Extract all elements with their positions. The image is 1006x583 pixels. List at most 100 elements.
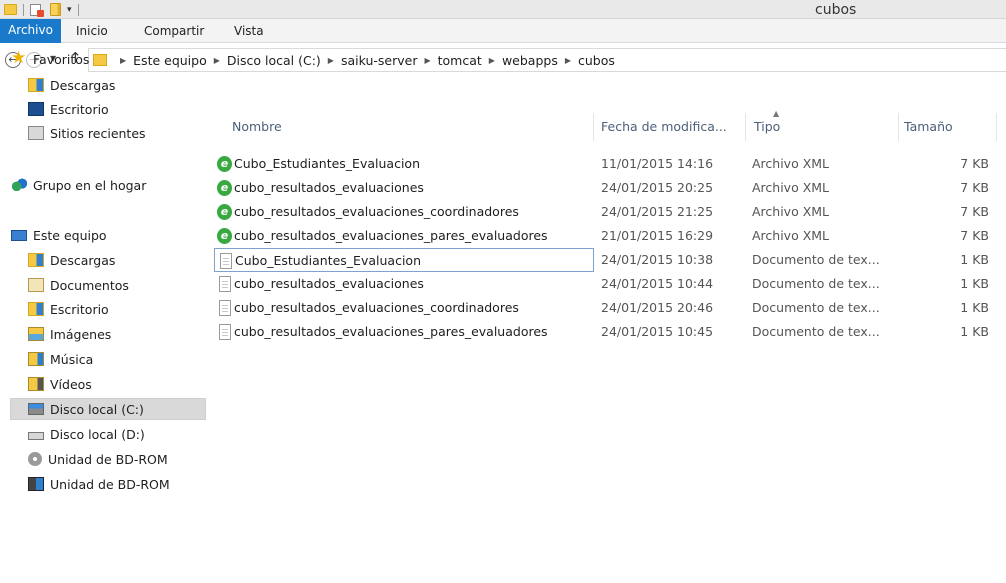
- column-divider[interactable]: [593, 113, 594, 141]
- customize-toolbar-arrow-icon[interactable]: ▾: [67, 5, 72, 15]
- file-name-cell[interactable]: e Cubo_Estudiantes_Evaluacion: [214, 152, 594, 176]
- breadcrumb-item[interactable]: Disco local (C:): [227, 53, 321, 68]
- breadcrumb-item[interactable]: tomcat: [438, 53, 482, 68]
- toolbar-divider: [77, 3, 79, 16]
- tab-inicio[interactable]: Inicio: [76, 19, 108, 43]
- address-bar[interactable]: ▶ Este equipo ▶ Disco local (C:) ▶ saiku-serv…: [88, 48, 1006, 72]
- nav-item-documentos[interactable]: Documentos: [28, 274, 129, 296]
- file-date: 24/01/2015 10:45: [601, 324, 714, 339]
- breadcrumb-item[interactable]: cubos: [578, 53, 615, 68]
- file-type: Archivo XML: [752, 180, 830, 195]
- column-divider[interactable]: [996, 113, 997, 141]
- breadcrumb-chevron-icon[interactable]: ▶: [424, 56, 430, 65]
- file-size: 7 KB: [960, 204, 989, 219]
- column-divider[interactable]: [898, 113, 899, 141]
- folder-icon: [93, 54, 107, 66]
- nav-item-label: Unidad de BD-ROM: [48, 451, 168, 467]
- new-folder-icon[interactable]: [50, 3, 61, 16]
- file-name-cell[interactable]: e cubo_resultados_evaluaciones: [214, 176, 594, 200]
- file-list: Nombre Fecha de modifica... ▲ Tipo Tamañ…: [214, 75, 1006, 583]
- nav-item-label: Vídeos: [50, 376, 92, 392]
- file-name: cubo_resultados_evaluaciones: [234, 276, 424, 291]
- tab-vista[interactable]: Vista: [234, 19, 264, 43]
- file-row[interactable]: cubo_resultados_evaluaciones_pares_evalu…: [214, 320, 1006, 344]
- file-name-cell[interactable]: Cubo_Estudiantes_Evaluacion: [214, 248, 594, 272]
- nav-item-disco-local-c[interactable]: Disco local (C:): [10, 398, 206, 420]
- navigation-bar: ← → ▼ ↑ ▶ Este equipo ▶ Disco local (C:) ▶ sa…: [0, 43, 1006, 75]
- file-row[interactable]: cubo_resultados_evaluaciones 24/01/2015 1…: [214, 272, 1006, 296]
- text-file-icon: [219, 300, 231, 316]
- nav-item-escritorio-pc[interactable]: Escritorio: [28, 298, 109, 320]
- nav-item-imagenes[interactable]: Imágenes: [28, 323, 111, 345]
- breadcrumb-chevron-icon[interactable]: ▶: [328, 56, 334, 65]
- file-name: cubo_resultados_evaluaciones_coordinador…: [234, 300, 519, 315]
- file-type: Archivo XML: [752, 156, 830, 171]
- file-name-cell[interactable]: cubo_resultados_evaluaciones_pares_evalu…: [214, 320, 594, 344]
- nav-item-label: Música: [50, 351, 94, 367]
- nav-item-label: Imágenes: [50, 326, 112, 342]
- nav-item-escritorio[interactable]: Escritorio: [28, 98, 109, 120]
- file-date: 24/01/2015 10:38: [601, 252, 714, 267]
- breadcrumb-item[interactable]: webapps: [502, 53, 558, 68]
- computer-icon: [11, 229, 27, 241]
- nav-item-label: Escritorio: [50, 301, 109, 317]
- breadcrumb-chevron-icon[interactable]: ▶: [120, 56, 126, 65]
- breadcrumb-chevron-icon[interactable]: ▶: [489, 56, 495, 65]
- file-name-cell[interactable]: e cubo_resultados_evaluaciones_coordinado…: [214, 200, 594, 224]
- breadcrumb-chevron-icon[interactable]: ▶: [214, 56, 220, 65]
- tab-compartir[interactable]: Compartir: [144, 19, 204, 43]
- nav-item-label: Disco local (D:): [50, 426, 145, 442]
- nav-item-sitios-recientes[interactable]: Sitios recientes: [28, 122, 146, 144]
- text-file-icon: [219, 324, 231, 340]
- file-type: Documento de tex...: [752, 324, 880, 339]
- file-name: cubo_resultados_evaluaciones_pares_evalu…: [234, 228, 548, 243]
- file-name: cubo_resultados_evaluaciones: [234, 180, 424, 195]
- nav-item-descargas[interactable]: Descargas: [28, 74, 115, 96]
- file-name-cell[interactable]: cubo_resultados_evaluaciones: [214, 272, 594, 296]
- xml-file-icon: e: [217, 228, 232, 244]
- nav-item-disco-local-d[interactable]: Disco local (D:): [28, 423, 145, 445]
- nav-item-unidad-bd-rom[interactable]: Unidad de BD-ROM: [28, 448, 168, 470]
- nav-item-unidad-bd-rom-2[interactable]: Unidad de BD-ROM: [28, 473, 170, 495]
- file-name-cell[interactable]: e cubo_resultados_evaluaciones_pares_eval…: [214, 224, 594, 248]
- file-row[interactable]: Cubo_Estudiantes_Evaluacion 24/01/2015 10…: [214, 248, 1006, 272]
- column-divider[interactable]: [745, 113, 746, 141]
- nav-item-videos[interactable]: Vídeos: [28, 373, 92, 395]
- system-drive-icon: [28, 403, 44, 415]
- file-date: 24/01/2015 20:46: [601, 300, 714, 315]
- column-header-size[interactable]: Tamaño: [904, 113, 953, 141]
- nav-favoritos[interactable]: ★ Favoritos: [11, 48, 89, 70]
- file-date: 24/01/2015 21:25: [601, 204, 714, 219]
- breadcrumb-chevron-icon[interactable]: ▶: [565, 56, 571, 65]
- file-date: 24/01/2015 10:44: [601, 276, 714, 291]
- properties-icon[interactable]: [30, 3, 44, 17]
- nav-item-descargas-pc[interactable]: Descargas: [28, 249, 115, 271]
- breadcrumb-item[interactable]: Este equipo: [133, 53, 207, 68]
- nav-item-musica[interactable]: Música: [28, 348, 93, 370]
- nav-grupo-en-el-hogar[interactable]: Grupo en el hogar: [11, 174, 146, 196]
- file-name: cubo_resultados_evaluaciones_pares_evalu…: [234, 324, 548, 339]
- breadcrumb-item[interactable]: saiku-server: [341, 53, 418, 68]
- file-date: 24/01/2015 20:25: [601, 180, 714, 195]
- file-row[interactable]: e cubo_resultados_evaluaciones_coordinado…: [214, 200, 1006, 224]
- toolbar-divider: [23, 3, 24, 16]
- column-header-type[interactable]: Tipo: [754, 113, 780, 141]
- file-row[interactable]: cubo_resultados_evaluaciones_coordinador…: [214, 296, 1006, 320]
- window-title: cubos: [815, 2, 857, 18]
- folder-icon: [4, 4, 17, 15]
- downloads-folder-icon: [28, 78, 44, 92]
- downloads-folder-icon: [28, 253, 44, 267]
- nav-item-label: Disco local (C:): [50, 401, 144, 417]
- desktop-folder-icon: [28, 302, 44, 316]
- column-header-date[interactable]: Fecha de modifica...: [601, 113, 727, 141]
- file-name-cell[interactable]: cubo_resultados_evaluaciones_coordinador…: [214, 296, 594, 320]
- column-header-name[interactable]: Nombre: [232, 113, 282, 141]
- tab-archivo[interactable]: Archivo: [0, 19, 61, 43]
- file-row[interactable]: e cubo_resultados_evaluaciones 24/01/2015 …: [214, 176, 1006, 200]
- file-row[interactable]: e Cubo_Estudiantes_Evaluacion 11/01/2015 1…: [214, 152, 1006, 176]
- file-size: 1 KB: [960, 276, 989, 291]
- file-type: Archivo XML: [752, 228, 830, 243]
- nav-este-equipo[interactable]: Este equipo: [11, 224, 107, 246]
- file-row[interactable]: e cubo_resultados_evaluaciones_pares_eval…: [214, 224, 1006, 248]
- file-name: cubo_resultados_evaluaciones_coordinador…: [234, 204, 519, 219]
